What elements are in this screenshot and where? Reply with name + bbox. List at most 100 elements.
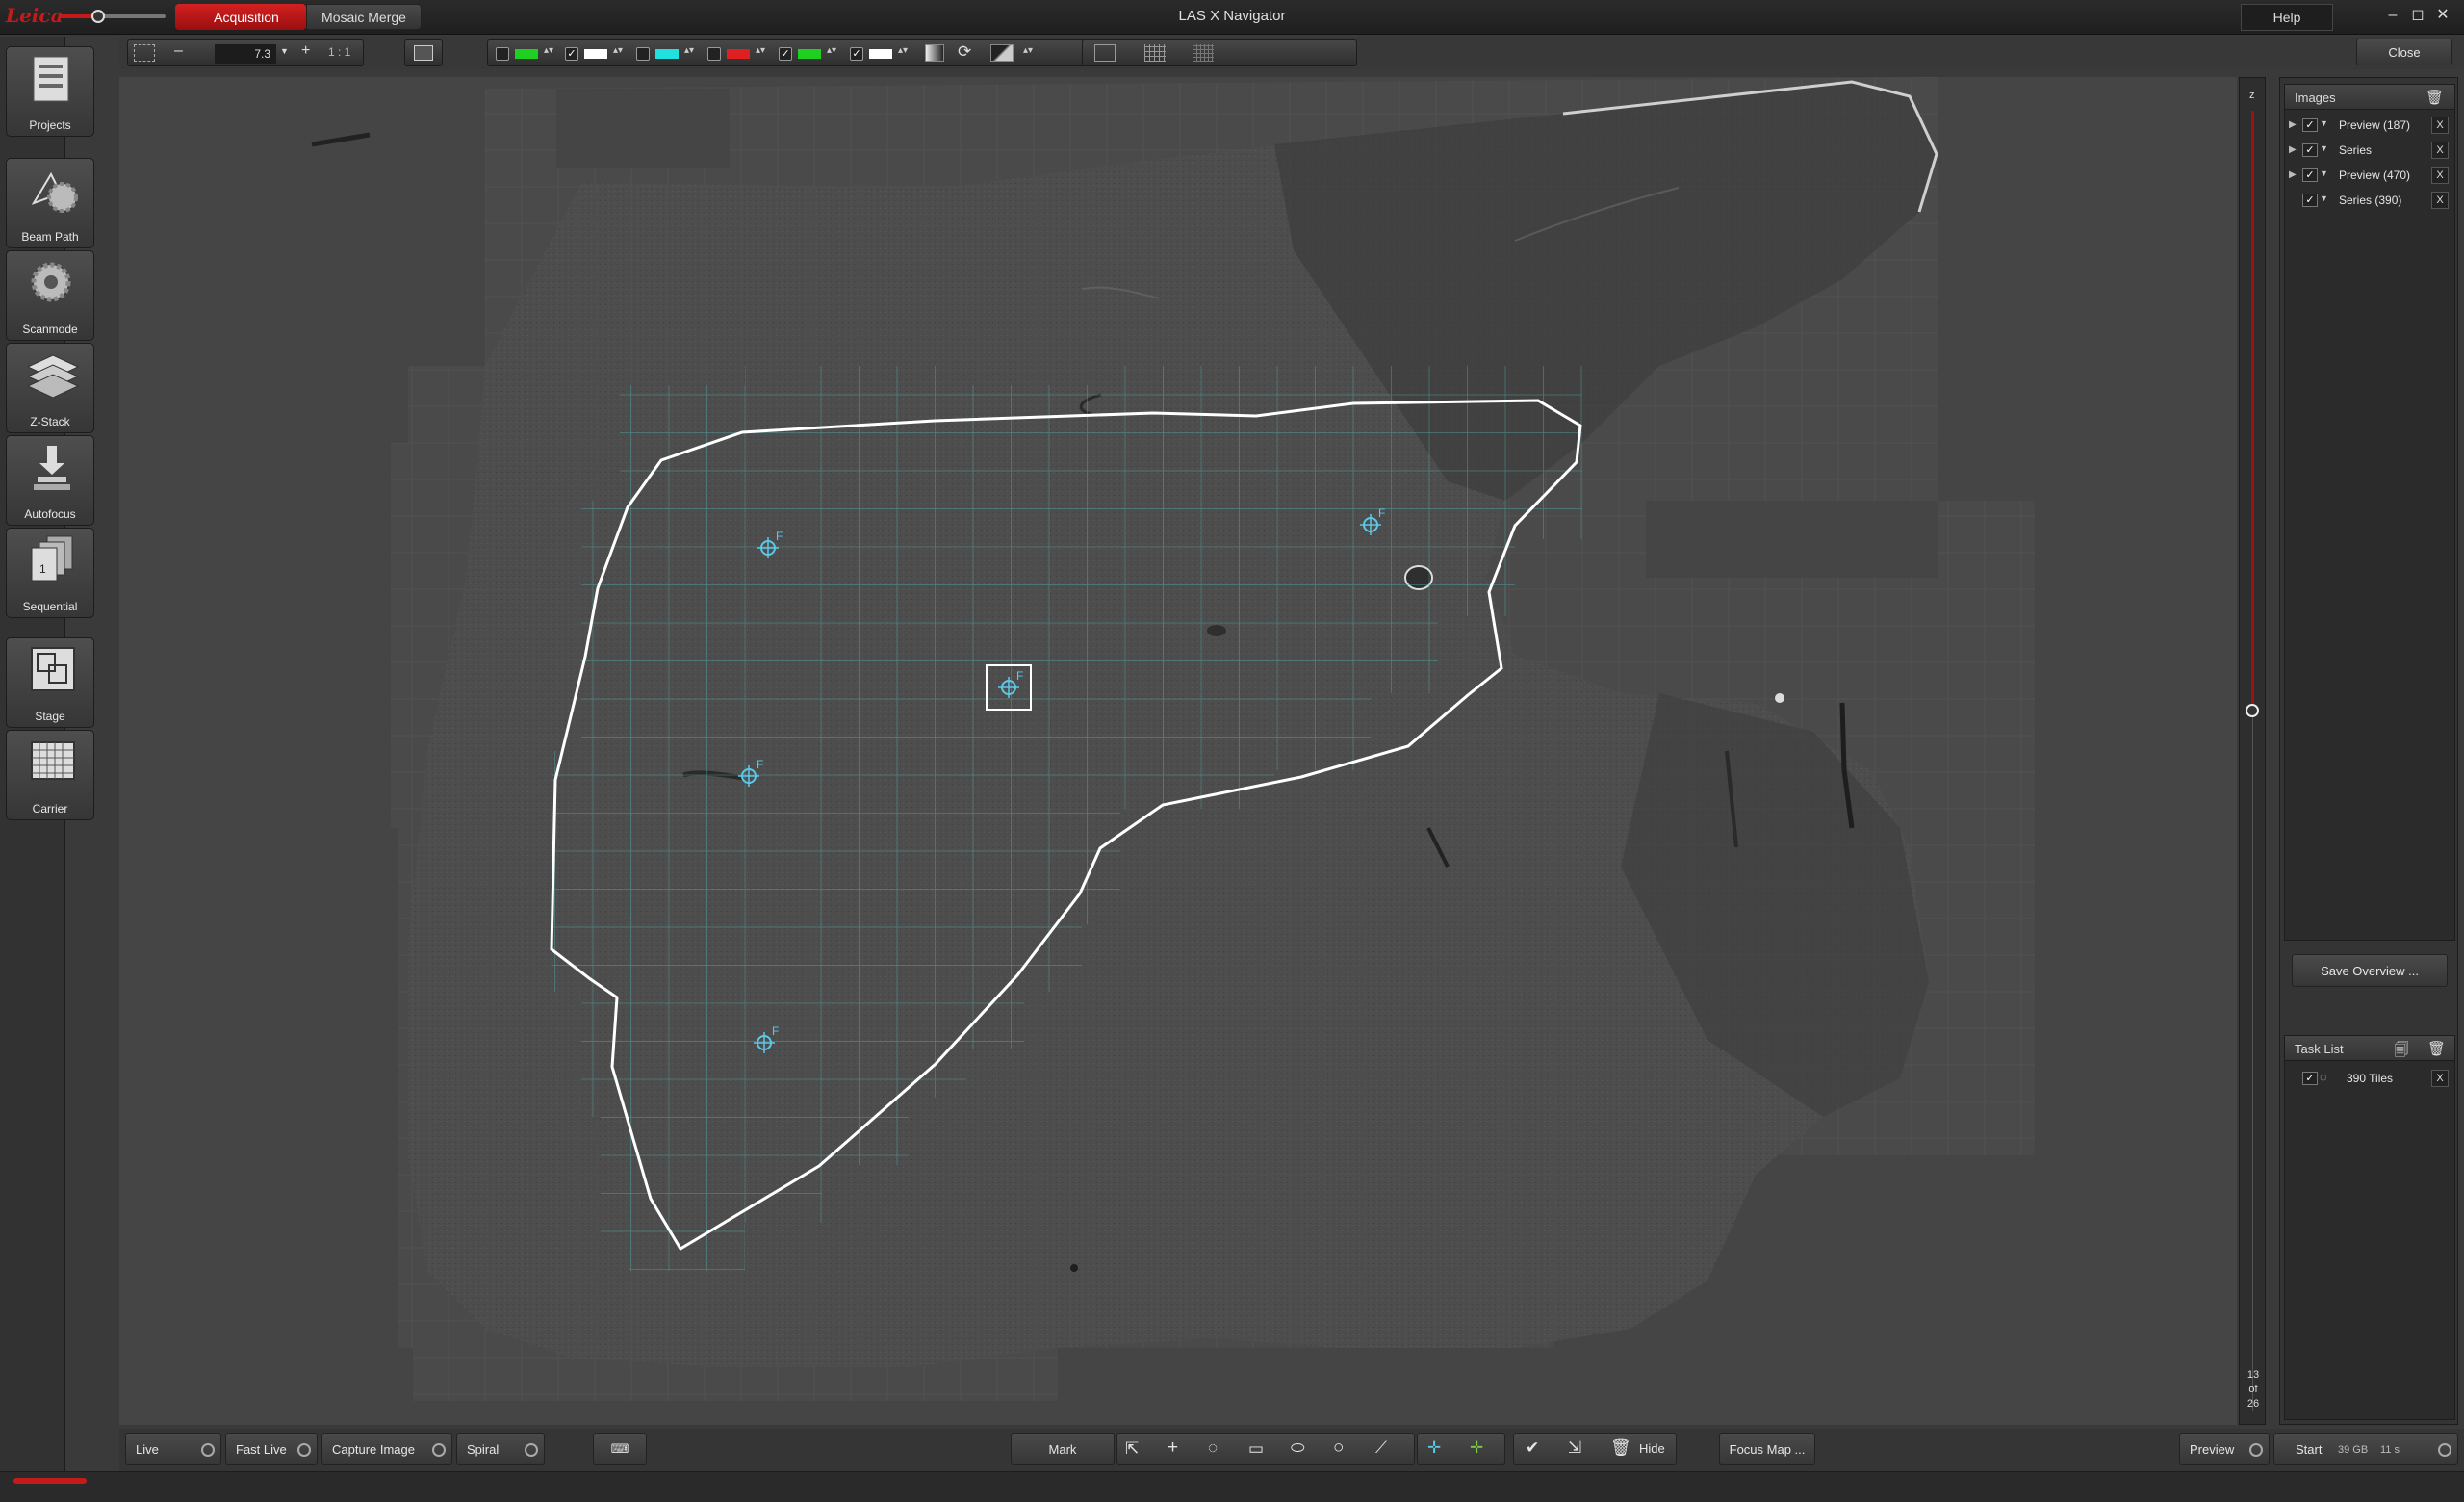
image-visibility-checkbox[interactable]: ✓ <box>2302 168 2318 182</box>
channel-checkbox[interactable]: ✓ <box>850 47 863 61</box>
fit-view-icon[interactable] <box>134 44 155 62</box>
focus-map-button[interactable]: Focus Map ... <box>1719 1433 1815 1465</box>
sidebar-item-beam-path[interactable]: Beam Path <box>6 158 94 248</box>
channel-1[interactable]: ▴▾ <box>492 45 559 63</box>
live-button[interactable]: Live <box>125 1433 221 1465</box>
spinner-icon[interactable]: ▴▾ <box>613 45 623 56</box>
sidebar-item-sequential[interactable]: 1 Sequential <box>6 528 94 618</box>
tiles-view-icon[interactable] <box>1094 44 1116 62</box>
image-list-item[interactable]: ▶ ✓ ▼ Preview (187) X <box>2289 116 2452 137</box>
lasso-icon[interactable]: ◌ <box>1208 1438 1218 1458</box>
image-list-item[interactable]: ✓ ▼ Series (390) X <box>2289 191 2452 212</box>
remove-image-button[interactable]: X <box>2431 167 2449 184</box>
spinner-icon[interactable]: ▴▾ <box>756 45 765 56</box>
remove-task-button[interactable]: X <box>2431 1070 2449 1087</box>
rectangle-icon[interactable]: ▭ <box>1248 1439 1264 1459</box>
spiral-button[interactable]: Spiral <box>456 1433 545 1465</box>
check-icon[interactable]: ✔ <box>1526 1438 1539 1458</box>
spinner-icon[interactable]: ▴▾ <box>684 45 694 56</box>
image-visibility-checkbox[interactable]: ✓ <box>2302 118 2318 132</box>
select-icon[interactable]: ⇲ <box>1568 1438 1581 1458</box>
remove-image-button[interactable]: X <box>2431 192 2449 209</box>
image-list-item[interactable]: ▶ ✓ ▼ Preview (470) X <box>2289 166 2452 187</box>
polyline-icon[interactable]: ⟋ <box>1375 1438 1387 1458</box>
channel-6[interactable]: ✓ ▴▾ <box>846 45 913 63</box>
save-overview-button[interactable]: Save Overview ... <box>2292 954 2448 987</box>
fast-live-button[interactable]: Fast Live <box>225 1433 318 1465</box>
minimize-icon[interactable]: – <box>2383 6 2402 25</box>
sidebar-item-autofocus[interactable]: Autofocus <box>6 435 94 526</box>
channel-5[interactable]: ✓ ▴▾ <box>775 45 842 63</box>
channel-3[interactable]: ▴▾ <box>632 45 700 63</box>
sidebar-item-stage[interactable]: Stage <box>6 637 94 728</box>
circle-icon[interactable]: ○ <box>1333 1437 1344 1459</box>
preview-button[interactable]: Preview <box>2179 1433 2270 1465</box>
spinner-icon[interactable]: ▴▾ <box>827 45 836 56</box>
spinner-icon[interactable]: ▴▾ <box>898 45 908 56</box>
remove-image-button[interactable]: X <box>2431 117 2449 134</box>
clear-tasks-icon[interactable]: 🗐 <box>2393 1040 2410 1058</box>
capture-image-button[interactable]: Capture Image <box>321 1433 452 1465</box>
gamma-icon[interactable] <box>990 44 1014 62</box>
tab-acquisition[interactable]: Acquisition <box>175 4 318 30</box>
channel-checkbox[interactable] <box>636 47 650 61</box>
zoom-dropdown-icon[interactable]: ▼ <box>280 46 289 56</box>
expand-icon[interactable]: ▶ <box>2289 119 2297 130</box>
channel-4[interactable]: ▴▾ <box>704 45 771 63</box>
image-visibility-checkbox[interactable]: ✓ <box>2302 143 2318 157</box>
z-position-slider[interactable]: z 13 of 26 <box>2239 77 2266 1425</box>
tab-mosaic-merge[interactable]: Mosaic Merge <box>306 4 422 30</box>
trash-icon[interactable]: 🗑 <box>2426 89 2444 106</box>
expand-icon[interactable]: ▶ <box>2289 144 2297 155</box>
zoom-1to1-button[interactable]: 1 : 1 <box>328 45 350 59</box>
spinner-icon[interactable]: ▴▾ <box>544 45 553 56</box>
maximize-icon[interactable]: ◻ <box>2408 6 2427 25</box>
overview-viewport[interactable]: F F F F F <box>119 77 2237 1425</box>
hide-button[interactable]: Hide <box>1639 1441 1665 1456</box>
lut-icon[interactable] <box>925 44 944 62</box>
overview-toggle-button[interactable] <box>404 39 443 66</box>
expand-icon[interactable]: ▶ <box>2289 169 2297 180</box>
channel-checkbox[interactable]: ✓ <box>779 47 792 61</box>
close-icon[interactable]: ✕ <box>2433 6 2452 25</box>
keyboard-icon[interactable]: ⌨ <box>593 1433 647 1465</box>
z-slider-knob[interactable] <box>2246 704 2259 717</box>
task-list-item[interactable]: ✓ ◌ 390 Tiles X <box>2289 1069 2452 1090</box>
ui-zoom-slider-knob[interactable] <box>91 10 105 23</box>
close-button[interactable]: Close <box>2356 39 2452 65</box>
dropdown-icon[interactable]: ▼ <box>2320 168 2328 178</box>
fine-grid-icon[interactable] <box>1193 44 1214 62</box>
channel-2[interactable]: ✓ ▴▾ <box>561 45 629 63</box>
zoom-in-button[interactable]: + <box>301 42 310 60</box>
mark-button[interactable]: Mark <box>1011 1433 1115 1465</box>
dropdown-icon[interactable]: ▼ <box>2320 143 2328 153</box>
grid-view-icon[interactable] <box>1144 44 1166 62</box>
start-button[interactable]: Start 39 GB 11 s <box>2273 1433 2458 1465</box>
sidebar-item-scanmode[interactable]: Scanmode <box>6 250 94 341</box>
add-focus-point-icon[interactable]: ✛ <box>1427 1438 1441 1458</box>
auto-focus-point-icon[interactable]: ✛ <box>1470 1438 1483 1458</box>
reset-icon[interactable]: ⟳ <box>958 42 971 62</box>
dropdown-icon[interactable]: ▼ <box>2320 118 2328 128</box>
channel-checkbox[interactable] <box>496 47 509 61</box>
sidebar-item-z-stack[interactable]: Z-Stack <box>6 343 94 433</box>
trash-icon[interactable]: 🗑 <box>2427 1040 2446 1057</box>
tissue-overview-canvas[interactable]: F F F F F <box>119 77 2237 1425</box>
delete-icon[interactable]: 🗑 <box>1610 1438 1631 1458</box>
channel-checkbox[interactable] <box>707 47 721 61</box>
sidebar-item-carrier[interactable]: Carrier <box>6 730 94 820</box>
ellipse-icon[interactable]: ⬭ <box>1291 1438 1305 1458</box>
spinner-icon[interactable]: ▴▾ <box>1023 45 1033 56</box>
remove-image-button[interactable]: X <box>2431 142 2449 159</box>
task-checkbox[interactable]: ✓ <box>2302 1072 2318 1085</box>
ui-zoom-slider[interactable] <box>60 14 166 18</box>
image-list-item[interactable]: ▶ ✓ ▼ Series X <box>2289 141 2452 162</box>
image-visibility-checkbox[interactable]: ✓ <box>2302 194 2318 207</box>
zoom-value-input[interactable]: 7.3 <box>215 44 276 64</box>
sidebar-item-projects[interactable]: Projects <box>6 46 94 137</box>
channel-checkbox[interactable]: ✓ <box>565 47 578 61</box>
pointer-icon[interactable]: ⇱ <box>1125 1439 1139 1459</box>
zoom-out-button[interactable]: – <box>174 42 183 60</box>
add-point-icon[interactable]: + <box>1168 1437 1178 1459</box>
help-button[interactable]: Help <box>2241 4 2333 31</box>
